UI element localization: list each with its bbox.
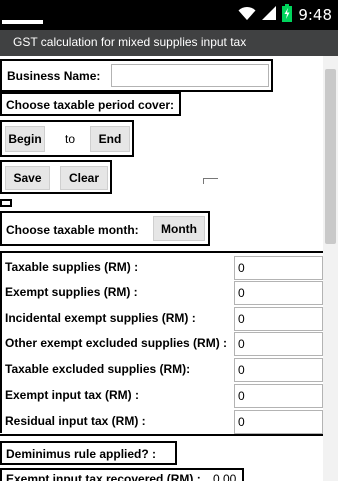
app-title-bar: GST calculation for mixed supplies input… (0, 30, 338, 56)
field-label: Taxable excluded supplies (RM): (5, 362, 191, 376)
business-name-section: Business Name: (0, 59, 273, 92)
field-row: Residual input tax (RM) : (0, 409, 323, 434)
taxable-month-section: Choose taxable month: Month (0, 211, 210, 246)
field-label: Exempt supplies (RM) : (5, 285, 138, 299)
taxable-period-label: Choose taxable period cover: (6, 98, 175, 112)
month-button[interactable]: Month (153, 216, 205, 241)
field-row: Exempt supplies (RM) : (0, 280, 323, 305)
scrollbar[interactable] (323, 56, 338, 481)
fields-top-divider (0, 251, 323, 253)
status-time: 9:48 (298, 6, 332, 24)
scrollbar-thumb[interactable] (325, 69, 336, 244)
field-row: Taxable excluded supplies (RM): (0, 357, 323, 382)
end-button[interactable]: End (90, 126, 130, 152)
taxable-period-section: Choose taxable period cover: (0, 92, 181, 116)
save-button[interactable]: Save (5, 166, 50, 190)
period-buttons-section: Begin to End (0, 120, 134, 157)
field-row: Incidental exempt supplies (RM) : (0, 306, 323, 331)
signal-icon (262, 5, 277, 26)
deminimus-label: Deminimus rule applied? : (6, 447, 157, 461)
field-label: Taxable supplies (RM) : (5, 260, 139, 274)
deminimus-section: Deminimus rule applied? : (0, 441, 177, 465)
action-buttons-section: Save Clear (0, 160, 112, 194)
field-row: Other exempt excluded supplies (RM) : (0, 331, 323, 356)
business-name-input[interactable] (111, 64, 269, 87)
exempt-supplies-input[interactable] (234, 281, 323, 305)
exempt-input-tax-input[interactable] (234, 384, 323, 408)
field-label: Other exempt excluded supplies (RM) : (5, 336, 228, 350)
begin-button[interactable]: Begin (5, 126, 45, 152)
clear-button[interactable]: Clear (60, 166, 108, 190)
to-label: to (65, 132, 76, 146)
business-name-label: Business Name: (7, 69, 101, 83)
exempt-recovered-label: Exempt input tax recovered (RM) : (6, 472, 201, 481)
incidental-exempt-supplies-input[interactable] (234, 307, 323, 331)
battery-icon (282, 3, 293, 27)
exempt-recovered-section: Exempt input tax recovered (RM) : 0.00 (0, 468, 244, 481)
wifi-icon (238, 5, 256, 26)
status-icons: 9:48 (238, 3, 332, 27)
field-label: Incidental exempt supplies (RM) : (5, 311, 196, 325)
notification-indicator (2, 20, 43, 24)
field-label: Residual input tax (RM) : (5, 414, 146, 428)
field-label: Exempt input tax (RM) : (5, 388, 139, 402)
empty-indicator-box (0, 199, 12, 207)
form-content: Business Name: Choose taxable period cov… (0, 56, 338, 481)
field-row: Taxable supplies (RM) : (0, 255, 323, 280)
fields-bottom-divider (0, 434, 323, 436)
small-marker-icon (203, 178, 218, 184)
taxable-supplies-input[interactable] (234, 256, 323, 280)
residual-input-tax-input[interactable] (234, 410, 323, 434)
exempt-recovered-value: 0.00 (213, 472, 237, 481)
other-exempt-excluded-supplies-input[interactable] (234, 332, 323, 356)
app-title: GST calculation for mixed supplies input… (13, 35, 247, 49)
taxable-month-label: Choose taxable month: (6, 223, 139, 237)
taxable-excluded-supplies-input[interactable] (234, 358, 323, 382)
field-row: Exempt input tax (RM) : (0, 383, 323, 408)
status-bar: 9:48 (0, 0, 338, 30)
